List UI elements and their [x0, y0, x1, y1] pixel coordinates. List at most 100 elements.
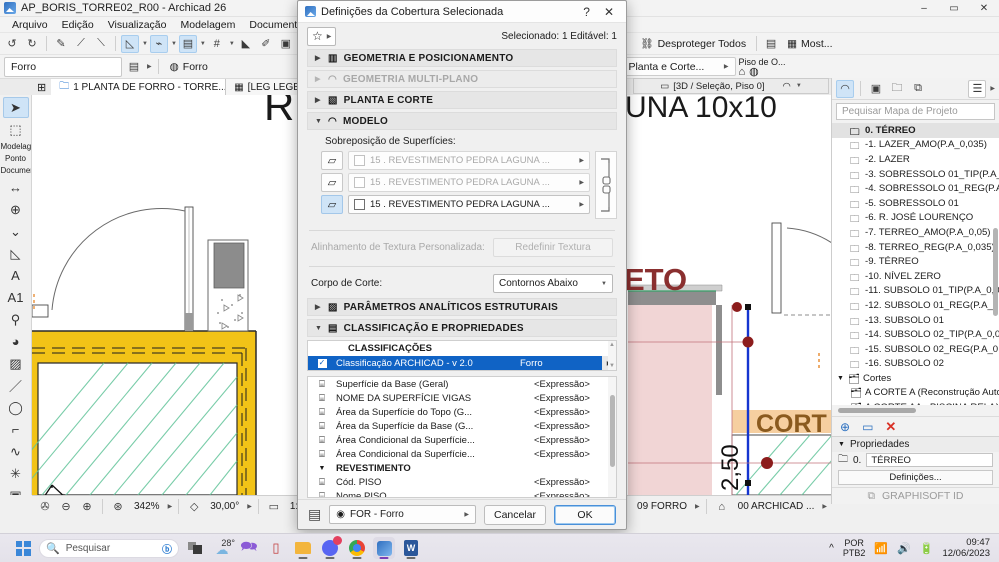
chevron-down-icon[interactable]: ▼	[200, 41, 206, 47]
eyedropper-icon[interactable]: ⟋	[72, 35, 90, 53]
rename-icon[interactable]: ▭	[862, 420, 873, 434]
tree-item-corte-aa[interactable]: 🗂A CORTE AA - PISCINA RELAX - TORRE 0	[832, 400, 999, 405]
swatch-icon[interactable]: ◍	[749, 66, 759, 77]
dialog-close-button[interactable]: ✕	[604, 5, 614, 19]
zoom-level[interactable]: 342%	[130, 501, 164, 512]
tree-item-3[interactable]: 🗀 -3. SOBRESSOLO 01_TIP(P.A_0,05)	[832, 167, 999, 182]
chevron-right-icon[interactable]: ▶	[990, 85, 995, 92]
zone-icon[interactable]: ⚲	[3, 309, 29, 330]
pencil-icon[interactable]: ✐	[257, 35, 275, 53]
hatch-icon[interactable]: ▨	[3, 353, 29, 374]
tree-item-9[interactable]: 🗀 -9. TÉRREO	[832, 254, 999, 269]
unprotect-all-button[interactable]: ⛓ Desproteger Todos	[635, 34, 751, 53]
archicad-taskbar-icon[interactable]	[373, 537, 395, 559]
layer-combination[interactable]: 09 FORRO	[633, 501, 691, 512]
maximize-button[interactable]: ▭	[939, 0, 969, 17]
tree-item-15[interactable]: 🗀 -15. SUBSOLO 02_REG(P.A_0,03)	[832, 342, 999, 357]
surface-side-field[interactable]: 15 . REVESTIMENTO PEDRA LAGUNA ... ▶	[348, 173, 590, 192]
fill-icon[interactable]: ◕	[3, 331, 29, 352]
surface-bottom-field[interactable]: 15 . REVESTIMENTO PEDRA LAGUNA ... ▶	[348, 195, 590, 214]
element-name-field[interactable]: Forro	[4, 56, 122, 77]
favorites-button[interactable]: ☆ ▶	[307, 26, 337, 46]
clock[interactable]: 09:47 12/06/2023	[942, 537, 990, 559]
surface-side-checkbox[interactable]	[354, 177, 365, 188]
reset-texture-button[interactable]: Redefinir Textura	[493, 238, 613, 257]
table-group-row[interactable]: ▼ REVESTIMENTO	[308, 461, 616, 475]
undo-icon[interactable]: ↺	[3, 35, 21, 53]
tree-item-8[interactable]: 🗀 -8. TERREO_REG(P.A_0,035)	[832, 240, 999, 255]
view-mode-icon[interactable]: ◠	[783, 81, 791, 92]
tree-item-corte-a[interactable]: 🗂A CORTE A (Reconstrução Automática d...	[832, 386, 999, 401]
properties-header[interactable]: ▼ Propriedades	[832, 436, 999, 452]
word-icon[interactable]: W	[400, 537, 422, 559]
properties-table[interactable]: ⌸ Superfície da Base (Geral) <Expressão>…	[307, 376, 617, 498]
tree-item-12[interactable]: 🗀 -12. SUBSOLO 01_REG(P.A_0,03)	[832, 298, 999, 313]
section-planta-corte[interactable]: ▶ ▧ PLANTA E CORTE	[307, 91, 617, 109]
orientation-angle[interactable]: 30,00°	[206, 501, 243, 512]
polyline-icon[interactable]: ⌐	[3, 419, 29, 440]
pan-icon[interactable]: ✇	[36, 498, 54, 516]
zoom-out-icon[interactable]: ⊖	[57, 498, 75, 516]
label-icon[interactable]: A1	[3, 287, 29, 308]
chevron-right-icon[interactable]: ▶	[695, 503, 700, 510]
fit-in-window-icon[interactable]: ⊛	[109, 498, 127, 516]
tree-item-7[interactable]: 🗀 -7. TERREO_AMO(P.A_0,05)	[832, 225, 999, 240]
discord-icon[interactable]	[319, 536, 342, 559]
tree-item-4[interactable]: 🗀 -4. SOBRESSOLO 01_REG(P.A_0,03)	[832, 181, 999, 196]
section-parametros-analiticos[interactable]: ▶ ▨ PARÂMETROS ANALÍTICOS ESTRUTURAIS	[307, 298, 617, 316]
figure-icon[interactable]: ▣	[3, 485, 29, 496]
circle-icon[interactable]: ◯	[3, 397, 29, 418]
section-geometria-multiplano[interactable]: ▶ ◠ GEOMETRIA MULTI-PLANO	[307, 70, 617, 88]
orientation-icon[interactable]: ◇	[185, 498, 203, 516]
stack-icon[interactable]: ▤	[762, 35, 780, 53]
teams-icon[interactable]: 🗪	[238, 537, 260, 559]
cut-body-select[interactable]: Contornos Abaixo ▼	[493, 274, 613, 293]
vertical-scrollbar[interactable]	[993, 228, 998, 316]
wifi-icon[interactable]: 📶	[874, 542, 888, 555]
menu-modelagem[interactable]: Modelagem	[173, 18, 242, 32]
menu-arquivo[interactable]: Arquivo	[5, 18, 55, 32]
layout-book-icon[interactable]: 🗀	[888, 80, 906, 98]
line-icon[interactable]: ／	[3, 375, 29, 396]
horizontal-scrollbar[interactable]	[832, 405, 999, 416]
tree-item-6[interactable]: 🗀 -6. R. JOSÉ LOURENÇO	[832, 211, 999, 225]
task-view-icon[interactable]	[184, 537, 206, 559]
angle-dimension-icon[interactable]: ◺	[3, 243, 29, 264]
classification-row[interactable]: ✓ Classificação ARCHICAD - v 2.0 Forro ▶	[308, 356, 616, 370]
surface-top-icon[interactable]: ▱	[321, 151, 343, 170]
table-row[interactable]: ⌸ Área da Superfície do Topo (G... <Expr…	[308, 405, 616, 419]
element-settings-icon[interactable]: ▤	[125, 58, 143, 76]
chevron-down-icon[interactable]: ▼	[171, 41, 177, 47]
surface-link-chain[interactable]	[595, 151, 617, 222]
tree-item-1[interactable]: 🗀 -1. LAZER_AMO(P.A_0,035)	[832, 138, 999, 152]
zoom-in-icon[interactable]: ⊕	[78, 498, 96, 516]
show-button[interactable]: ▦ Most...	[782, 34, 837, 53]
taskbar-search[interactable]: 🔍 Pesquisar ⓑ	[39, 538, 179, 558]
tree-item-11[interactable]: 🗀 -11. SUBSOLO 01_TIP(P.A_0,05)	[832, 284, 999, 298]
volume-icon[interactable]: 🔊	[897, 542, 911, 555]
spline-icon[interactable]: ∿	[3, 441, 29, 462]
tree-item-10[interactable]: 🗀 -10. NÍVEL ZERO	[832, 269, 999, 284]
tree-item-16[interactable]: 🗀 -16. SUBSOLO 02	[832, 357, 999, 371]
language-indicator[interactable]: POR PTB2	[843, 538, 866, 558]
chevron-down-icon[interactable]: ▼	[796, 83, 802, 89]
menu-visualizacao[interactable]: Visualização	[101, 18, 174, 32]
arrow-cursor-icon[interactable]: ➤	[2, 97, 29, 118]
table-row[interactable]: ⌸ Nome PISO <Expressão>	[308, 489, 616, 497]
surface-top-field[interactable]: 15 . REVESTIMENTO PEDRA LAGUNA ... ▶	[348, 151, 590, 170]
table-row[interactable]: ⌸ NOME DA SUPERFÍCIE VIGAS <Expressão>	[308, 391, 616, 405]
classification-checkbox[interactable]: ✓	[308, 358, 336, 368]
tree-item-2[interactable]: 🗀 -2. LAZER	[832, 152, 999, 167]
start-button[interactable]	[12, 537, 34, 559]
chevron-down-icon[interactable]: ▶	[147, 63, 152, 70]
chevron-right-icon[interactable]: ▶	[247, 503, 252, 510]
surface-top-checkbox[interactable]	[354, 155, 365, 166]
favorite-stack-icon[interactable]: ▤	[308, 506, 321, 523]
guide-icon[interactable]: ▤	[178, 34, 197, 53]
notepad-icon[interactable]: ▯	[265, 537, 287, 559]
table-row[interactable]: ⌸ Cód. PISO <Expressão>	[308, 475, 616, 489]
layers-icon[interactable]: ▣	[277, 35, 295, 53]
level-dimension-icon[interactable]: ⌄	[3, 221, 29, 242]
weather-widget[interactable]: 28° ☁	[211, 537, 236, 559]
file-explorer-icon[interactable]	[292, 537, 314, 559]
